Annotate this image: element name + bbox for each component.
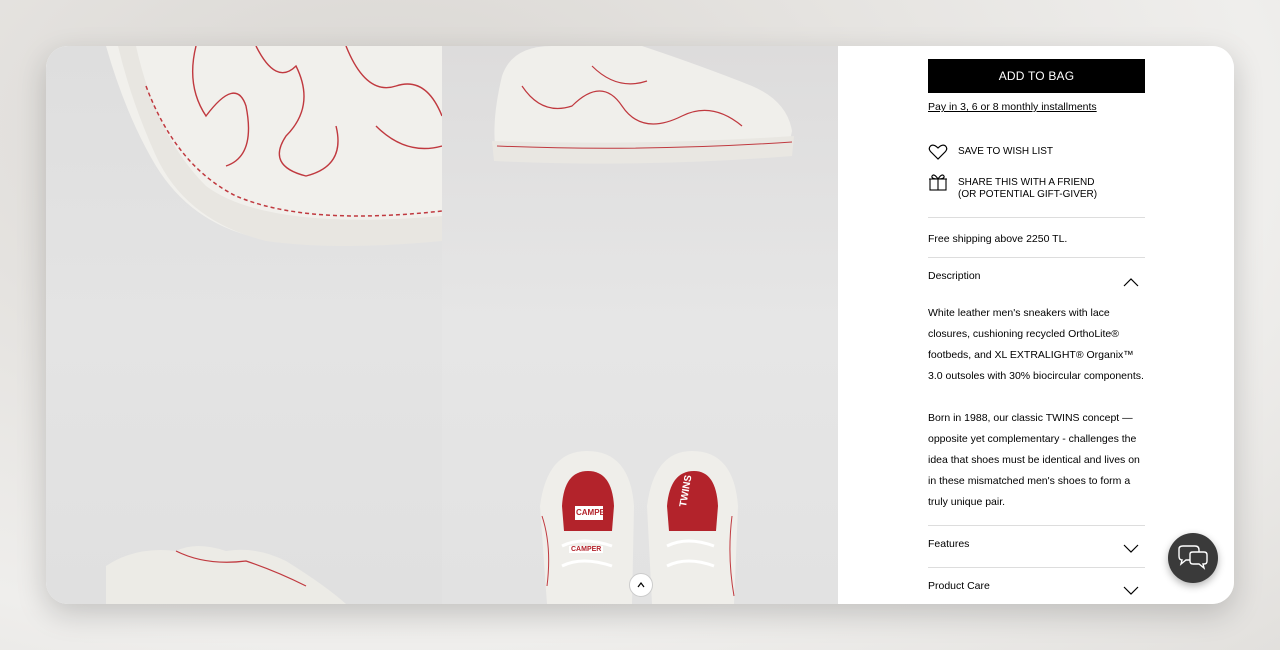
save-to-wishlist-button[interactable]: SAVE TO WISH LIST bbox=[928, 143, 1053, 161]
chat-button[interactable] bbox=[1168, 533, 1218, 583]
divider bbox=[928, 257, 1145, 258]
shipping-info: Free shipping above 2250 TL. bbox=[928, 233, 1068, 245]
share-label: SHARE THIS WITH A FRIEND (OR POTENTIAL G… bbox=[958, 177, 1097, 201]
divider bbox=[928, 567, 1145, 568]
divider bbox=[928, 217, 1145, 218]
chat-bubbles-icon bbox=[1178, 545, 1208, 570]
heart-icon bbox=[928, 144, 948, 160]
share-label-line1: SHARE THIS WITH A FRIEND bbox=[958, 177, 1095, 188]
add-to-bag-button[interactable]: ADD TO BAG bbox=[928, 59, 1145, 93]
chevron-up-icon bbox=[1123, 278, 1139, 287]
share-with-friend-button[interactable]: SHARE THIS WITH A FRIEND (OR POTENTIAL G… bbox=[928, 173, 1097, 201]
product-info-panel: ADD TO BAG Pay in 3, 6 or 8 monthly inst… bbox=[838, 46, 1234, 604]
shoe-closeup-illustration bbox=[106, 46, 442, 604]
insole-brand-left: CAMPER bbox=[576, 508, 611, 517]
right-shoe-top bbox=[647, 451, 738, 604]
product-image-closeup[interactable] bbox=[46, 46, 442, 604]
product-image-views[interactable]: CAMPER TWINS CAMPER bbox=[442, 46, 838, 604]
chevron-down-icon bbox=[1123, 586, 1139, 595]
installments-link[interactable]: Pay in 3, 6 or 8 monthly installments bbox=[928, 101, 1097, 113]
description-paragraph-1: White leather men's sneakers with lace c… bbox=[928, 307, 1144, 382]
accordion-features-header[interactable]: Features bbox=[928, 534, 1145, 554]
accordion-features-title: Features bbox=[928, 538, 970, 550]
scroll-up-button[interactable] bbox=[629, 573, 653, 597]
chevron-down-icon bbox=[1123, 544, 1139, 553]
heel-tab-brand: CAMPER bbox=[569, 546, 604, 553]
arrow-up-icon bbox=[637, 582, 645, 588]
accordion-product-care-title: Product Care bbox=[928, 580, 990, 592]
accordion-description-header[interactable]: Description bbox=[928, 266, 1145, 287]
gift-icon bbox=[929, 174, 947, 191]
accordion-product-care-header[interactable]: Product Care bbox=[928, 576, 1145, 596]
left-shoe-top bbox=[540, 451, 634, 604]
wishlist-label: SAVE TO WISH LIST bbox=[958, 146, 1054, 157]
description-paragraph-2: Born in 1988, our classic TWINS concept … bbox=[928, 412, 1140, 508]
accordion-description-title: Description bbox=[928, 270, 981, 282]
product-page-window: CAMPER TWINS CAMPER ADD TO BAG Pay in 3,… bbox=[46, 46, 1234, 604]
share-label-line2: (OR POTENTIAL GIFT-GIVER) bbox=[958, 189, 1098, 200]
divider bbox=[928, 525, 1145, 526]
shoe-views-illustration bbox=[492, 46, 794, 604]
